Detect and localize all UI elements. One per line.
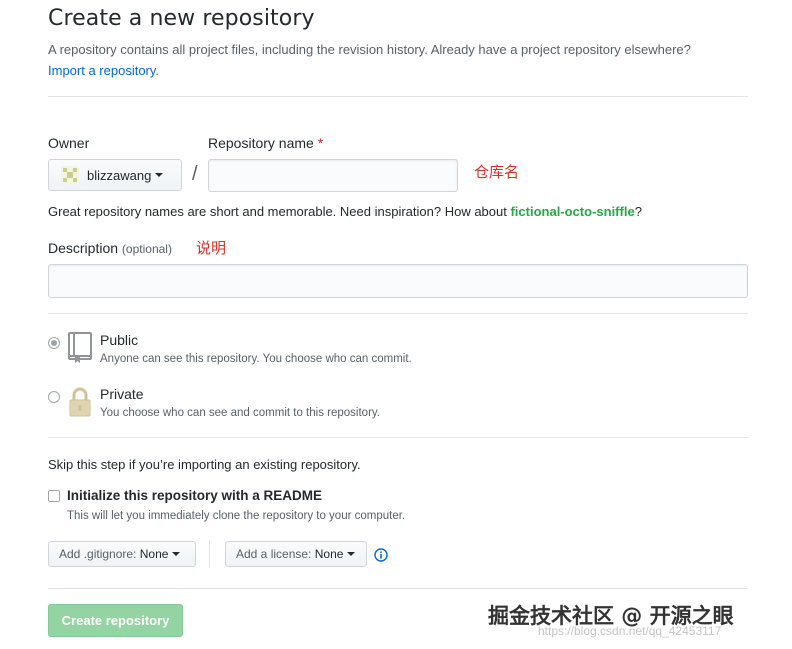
public-radio[interactable] — [48, 337, 60, 349]
license-value: None — [314, 547, 344, 561]
description-input[interactable] — [48, 264, 748, 298]
repo-name-label: Repository name * — [208, 135, 323, 151]
repo-name-input[interactable] — [208, 159, 458, 192]
import-repository-link[interactable]: Import a repository — [48, 63, 155, 78]
page-title: Create a new repository — [48, 6, 315, 31]
gitignore-value: None — [139, 547, 169, 561]
owner-name: blizzawang — [87, 167, 152, 183]
import-link-suffix: . — [155, 63, 160, 78]
private-description: You choose who can see and commit to thi… — [100, 407, 380, 419]
header-divider — [48, 96, 748, 97]
description-annotation: 说明 — [196, 239, 227, 257]
license-label: Add a license: — [236, 547, 312, 561]
description-divider — [48, 313, 748, 314]
repo-name-annotation: 仓库名 — [474, 163, 520, 181]
visibility-divider — [48, 437, 748, 438]
description-label: Description (optional) — [48, 240, 172, 256]
readme-note: This will let you immediately clone the … — [67, 510, 406, 522]
subtitle-text: A repository contains all project files,… — [48, 42, 691, 57]
license-select[interactable]: Add a license: None — [225, 541, 367, 567]
lock-icon — [69, 387, 91, 417]
chevron-down-icon — [347, 552, 356, 556]
required-mark: * — [317, 135, 324, 151]
info-icon[interactable] — [374, 548, 388, 562]
gitignore-select[interactable]: Add .gitignore: None — [48, 541, 196, 567]
private-title: Private — [100, 386, 144, 402]
public-title: Public — [100, 332, 139, 348]
name-hint: Great repository names are short and mem… — [48, 204, 642, 219]
create-repository-button[interactable]: Create repository — [48, 604, 183, 637]
owner-repo-separator: / — [192, 163, 198, 185]
chevron-down-icon — [172, 552, 181, 556]
skip-note: Skip this step if you’re importing an ex… — [48, 457, 361, 472]
owner-dropdown[interactable]: blizzawang — [48, 159, 182, 191]
private-radio[interactable] — [48, 391, 60, 403]
footer-divider — [48, 588, 748, 589]
description-label-text: Description — [48, 240, 119, 256]
repo-name-label-text: Repository name — [208, 135, 314, 151]
hint-suffix: ? — [634, 204, 642, 219]
watermark: 掘金技术社区 @ 开源之眼 — [488, 604, 734, 628]
gitignore-label: Add .gitignore: — [59, 547, 137, 561]
repo-book-icon — [68, 332, 92, 363]
owner-avatar-icon — [61, 166, 79, 184]
name-suggestion-link[interactable]: fictional-octo-sniffle — [510, 204, 634, 219]
optional-tag: (optional) — [121, 242, 172, 256]
owner-label: Owner — [48, 135, 90, 151]
hint-text: Great repository names are short and mem… — [48, 204, 511, 219]
chevron-down-icon — [155, 173, 164, 177]
page-subtitle: A repository contains all project files,… — [48, 39, 748, 81]
select-separator — [209, 540, 210, 568]
public-description: Anyone can see this repository. You choo… — [100, 353, 412, 365]
readme-label[interactable]: Initialize this repository with a README — [67, 488, 322, 503]
readme-checkbox[interactable] — [48, 490, 60, 502]
